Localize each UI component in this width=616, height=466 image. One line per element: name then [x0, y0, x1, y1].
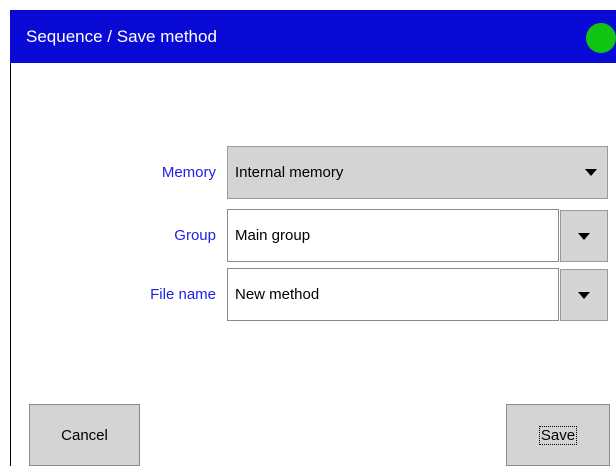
chevron-down-icon: [585, 169, 597, 176]
memory-label: Memory: [161, 164, 216, 181]
memory-value: Internal memory: [235, 163, 344, 181]
save-button-label: Save: [538, 425, 578, 445]
group-label: Group: [174, 227, 216, 244]
chevron-down-icon: [578, 292, 590, 299]
file-name-value: New method: [235, 285, 320, 303]
cancel-button[interactable]: Cancel: [29, 404, 140, 466]
memory-select[interactable]: Internal memory: [227, 146, 608, 199]
file-name-field[interactable]: New method: [227, 268, 559, 321]
file-name-label: File name: [150, 286, 216, 303]
chevron-down-icon: [578, 233, 590, 240]
cancel-button-label: Cancel: [61, 426, 108, 444]
save-button[interactable]: Save: [506, 404, 610, 466]
group-field[interactable]: Main group: [227, 209, 559, 262]
group-dropdown-button[interactable]: [560, 210, 608, 262]
status-indicator-icon: [586, 23, 616, 53]
window-title: Sequence / Save method: [26, 27, 217, 46]
group-value: Main group: [235, 226, 311, 244]
title-bar: Sequence / Save method: [10, 10, 616, 63]
file-name-dropdown-button[interactable]: [560, 269, 608, 321]
